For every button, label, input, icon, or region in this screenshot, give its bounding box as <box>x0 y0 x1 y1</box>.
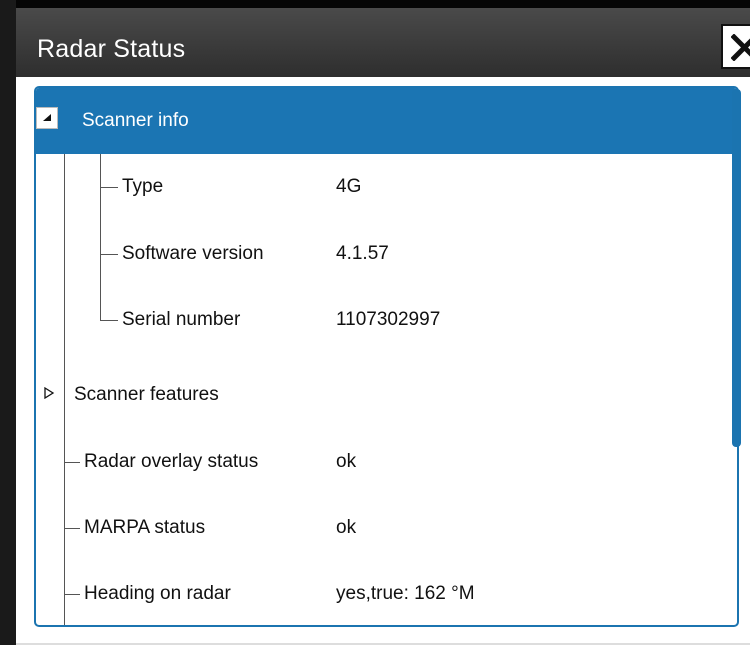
status-tree-list: Scanner info Type 4G Software version 4.… <box>34 86 739 627</box>
tree-node-scanner-info[interactable]: Scanner info <box>36 88 737 154</box>
serial-number-value: 1107302997 <box>336 309 441 330</box>
serial-number-label: Serial number <box>122 309 241 330</box>
tree-node-label: Scanner features <box>74 384 219 405</box>
tree-row-serial-number[interactable]: Serial number 1107302997 <box>36 287 737 353</box>
close-icon <box>731 34 750 61</box>
marpa-status-value: ok <box>336 517 357 538</box>
radar-overlay-status-value: ok <box>336 451 357 472</box>
type-value: 4G <box>336 176 362 197</box>
tree-row-software-version[interactable]: Software version 4.1.57 <box>36 221 737 287</box>
tree-node-scanner-features[interactable]: Scanner features <box>36 362 737 428</box>
software-version-label: Software version <box>122 243 264 264</box>
scrollbar-thumb[interactable] <box>732 89 741 447</box>
radar-overlay-status-label: Radar overlay status <box>84 451 259 472</box>
close-button[interactable] <box>721 24 750 69</box>
dialog-titlebar: Radar Status <box>16 0 750 77</box>
radar-status-panel: Scanner info Type 4G Software version 4.… <box>16 77 750 645</box>
collapse-toggle[interactable] <box>36 107 58 129</box>
heading-on-radar-label: Heading on radar <box>84 583 231 604</box>
tree-row-type[interactable]: Type 4G <box>36 154 737 220</box>
tree-row-heading-on-radar[interactable]: Heading on radar yes,true: 162 °M <box>36 561 737 625</box>
expand-toggle[interactable] <box>38 382 60 404</box>
type-label: Type <box>122 176 164 197</box>
tree-row-radar-overlay-status[interactable]: Radar overlay status ok <box>36 429 737 495</box>
triangle-right-icon <box>44 387 55 399</box>
software-version-value: 4.1.57 <box>336 243 389 264</box>
dialog-title: Radar Status <box>37 35 186 63</box>
tree-node-label: Scanner info <box>82 110 189 131</box>
heading-on-radar-value: yes,true: 162 °M <box>336 583 475 604</box>
marpa-status-label: MARPA status <box>84 517 206 538</box>
tree-row-marpa-status[interactable]: MARPA status ok <box>36 495 737 561</box>
triangle-up-icon <box>43 114 51 121</box>
